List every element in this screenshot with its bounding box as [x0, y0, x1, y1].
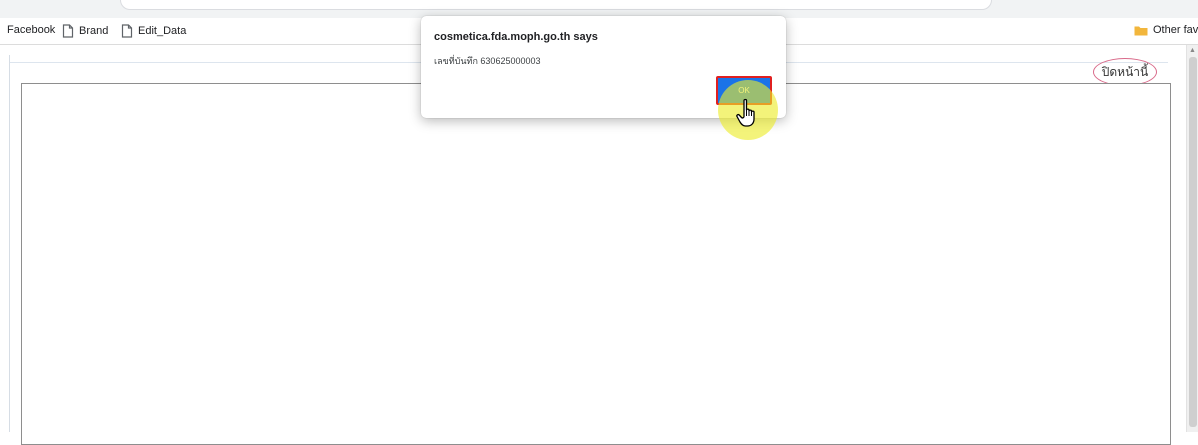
alert-dialog: cosmetica.fda.moph.go.th says เลขที่บันท… — [421, 16, 786, 118]
divider — [9, 55, 10, 432]
bookmark-label: Edit_Data — [138, 25, 187, 37]
hand-pointer-icon — [735, 98, 761, 133]
vertical-scrollbar[interactable]: ▲ — [1186, 45, 1198, 432]
dialog-message: เลขที่บันทึก 630625000003 — [434, 56, 541, 66]
scrollbar-thumb[interactable] — [1189, 57, 1197, 427]
folder-icon — [1134, 25, 1148, 36]
dialog-title: cosmetica.fda.moph.go.th says — [434, 31, 598, 43]
address-bar[interactable] — [120, 0, 992, 10]
bookmark-facebook[interactable]: Facebook — [7, 24, 55, 36]
page-icon — [62, 24, 74, 38]
scroll-up-arrow-icon[interactable]: ▲ — [1189, 47, 1196, 55]
bookmark-other-favorites[interactable]: Other favo — [1134, 24, 1198, 36]
bookmark-brand[interactable]: Brand — [62, 24, 108, 38]
bookmark-label: Facebook — [7, 24, 56, 36]
close-page-link[interactable]: ปิดหน้านี้ — [1093, 58, 1157, 86]
bookmark-label: Brand — [79, 25, 109, 37]
content-frame — [21, 83, 1171, 445]
page-icon — [121, 24, 133, 38]
bookmark-label: Other favo — [1153, 24, 1198, 36]
bookmark-edit-data[interactable]: Edit_Data — [121, 24, 186, 38]
